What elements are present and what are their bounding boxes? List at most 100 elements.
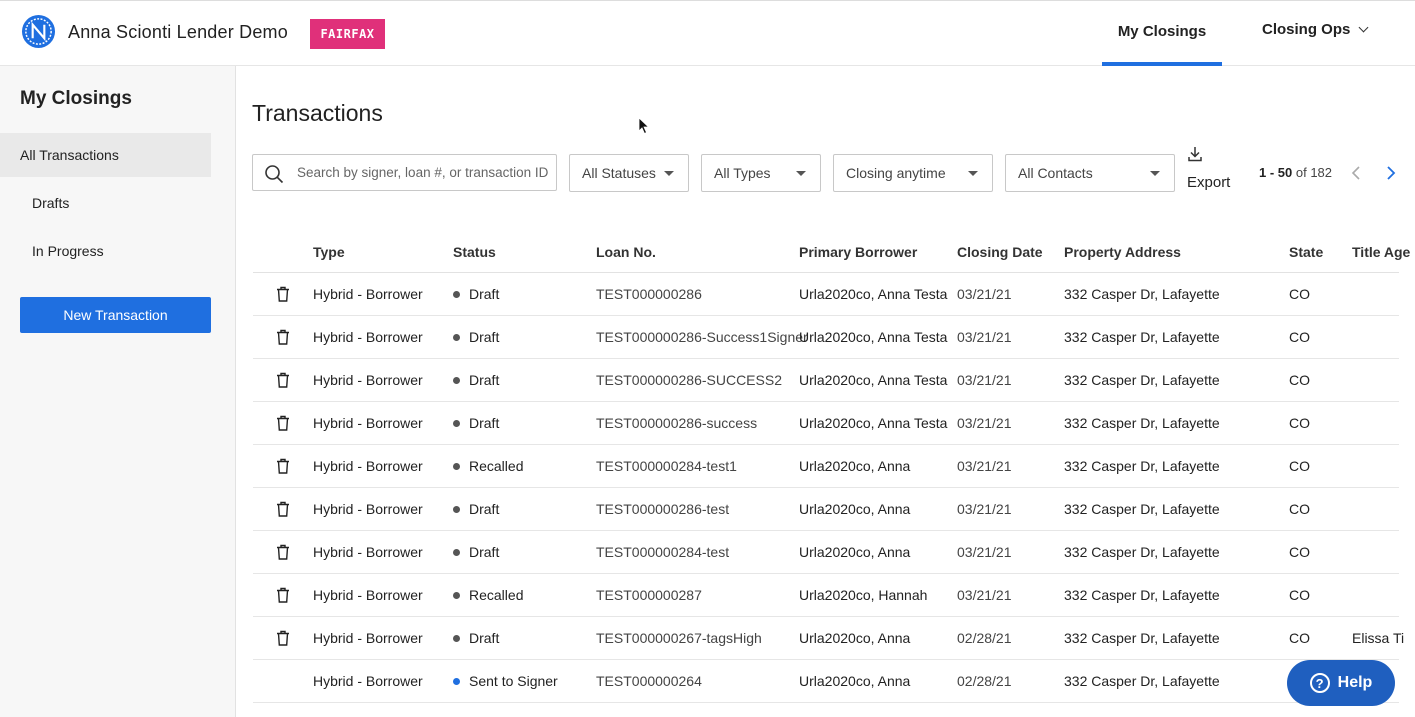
cell-loan-number[interactable]: TEST000000286-success: [596, 415, 757, 431]
trash-icon[interactable]: [276, 501, 290, 517]
table-row[interactable]: Hybrid - Borrower Draft TEST000000286-Succ…: [253, 316, 1399, 359]
column-header-status[interactable]: Status: [453, 244, 496, 260]
previous-page-button[interactable]: [1347, 163, 1365, 183]
search-input[interactable]: [297, 155, 552, 190]
sidebar-item-in-progress[interactable]: In Progress: [0, 229, 211, 273]
pagination-total: of 182: [1295, 165, 1333, 180]
trash-icon[interactable]: [276, 544, 290, 560]
trash-icon[interactable]: [276, 630, 290, 646]
chevron-right-icon: [1387, 166, 1396, 180]
type-filter-dropdown[interactable]: All Types: [701, 154, 821, 192]
cell-property-address: 332 Casper Dr, Lafayette: [1064, 458, 1220, 474]
column-header-type[interactable]: Type: [313, 244, 345, 260]
cell-closing-date: 03/21/21: [957, 415, 1012, 431]
contacts-filter-value: All Contacts: [1018, 165, 1093, 181]
pagination-range: 1 - 50: [1259, 165, 1293, 180]
status-filter-value: All Statuses: [582, 165, 656, 181]
cell-loan-number[interactable]: TEST000000264: [596, 673, 702, 689]
cell-property-address: 332 Casper Dr, Lafayette: [1064, 544, 1220, 560]
search-icon: [265, 165, 284, 184]
cell-closing-date: 03/21/21: [957, 286, 1012, 302]
column-header-closing-date[interactable]: Closing Date: [957, 244, 1043, 260]
cell-closing-date: 03/21/21: [957, 587, 1012, 603]
cell-loan-number[interactable]: TEST000000284-test: [596, 544, 729, 560]
help-label: Help: [1337, 674, 1373, 691]
cell-type: Hybrid - Borrower: [313, 415, 423, 431]
table-row[interactable]: Hybrid - Borrower Draft TEST000000286-SUCC…: [253, 359, 1399, 402]
table-row[interactable]: Hybrid - Borrower Draft TEST000000286-test…: [253, 488, 1399, 531]
cell-status: Recalled: [453, 587, 523, 603]
cell-loan-number[interactable]: TEST000000284-test1: [596, 458, 737, 474]
notarize-logo-icon[interactable]: [21, 14, 56, 49]
cell-loan-number[interactable]: TEST000000286: [596, 286, 702, 302]
status-dot-icon: [453, 419, 460, 427]
type-filter-value: All Types: [714, 165, 771, 181]
contacts-filter-dropdown[interactable]: All Contacts: [1005, 154, 1175, 192]
cell-loan-number[interactable]: TEST000000287: [596, 587, 702, 603]
cell-status: Draft: [453, 544, 499, 560]
column-header-loan[interactable]: Loan No.: [596, 244, 656, 260]
cell-loan-number[interactable]: TEST000000286-SUCCESS2: [596, 372, 782, 388]
sidebar-item-all-transactions[interactable]: All Transactions: [0, 133, 211, 177]
cell-property-address: 332 Casper Dr, Lafayette: [1064, 630, 1220, 646]
nav-closing-ops[interactable]: Closing Ops: [1262, 21, 1369, 38]
cell-loan-number[interactable]: TEST000000286-test: [596, 501, 729, 517]
sidebar-item-drafts[interactable]: Drafts: [0, 181, 211, 225]
next-page-button[interactable]: [1382, 163, 1400, 183]
cell-primary-borrower: Urla2020co, Anna: [799, 458, 911, 474]
column-header-borrower[interactable]: Primary Borrower: [799, 244, 917, 260]
nav-my-closings[interactable]: My Closings: [1102, 1, 1222, 66]
page-title: Transactions: [252, 100, 383, 126]
trash-icon[interactable]: [276, 587, 290, 603]
cell-primary-borrower: Urla2020co, Anna: [799, 544, 911, 560]
closing-date-filter-dropdown[interactable]: Closing anytime: [833, 154, 993, 192]
cell-property-address: 332 Casper Dr, Lafayette: [1064, 501, 1220, 517]
trash-icon[interactable]: [276, 329, 290, 345]
table-row[interactable]: Hybrid - Borrower Recalled TEST000000284-t…: [253, 445, 1399, 488]
closing-date-filter-value: Closing anytime: [846, 165, 946, 181]
cell-status: Draft: [453, 501, 499, 517]
cell-loan-number[interactable]: TEST000000267-tagsHigh: [596, 630, 762, 646]
status-filter-dropdown[interactable]: All Statuses: [569, 154, 689, 192]
search-box: [252, 154, 557, 191]
cell-primary-borrower: Urla2020co, Anna: [799, 501, 911, 517]
status-label: Draft: [469, 372, 500, 388]
status-label: Draft: [469, 544, 500, 560]
cell-primary-borrower: Urla2020co, Anna Testa: [799, 372, 948, 388]
table-row[interactable]: Hybrid - Borrower Draft TEST000000286 Urla2…: [253, 273, 1399, 316]
column-header-title-agent[interactable]: Title Age: [1352, 244, 1410, 260]
cell-status: Draft: [453, 372, 499, 388]
cell-state: CO: [1289, 372, 1310, 388]
table-row[interactable]: Hybrid - Borrower Recalled TEST000000287 Ur…: [253, 574, 1399, 617]
app-title: Anna Scionti Lender Demo: [68, 22, 288, 42]
table-row[interactable]: Hybrid - Borrower Draft TEST000000284-test…: [253, 531, 1399, 574]
trash-icon[interactable]: [276, 286, 290, 302]
table-body: Hybrid - Borrower Draft TEST000000286 Urla2…: [253, 273, 1404, 703]
trash-icon[interactable]: [276, 458, 290, 474]
trash-icon[interactable]: [276, 415, 290, 431]
export-button[interactable]: Export: [1187, 146, 1230, 191]
status-label: Recalled: [469, 587, 524, 603]
table-row[interactable]: Hybrid - Borrower Draft TEST000000286-succ…: [253, 402, 1399, 445]
cell-property-address: 332 Casper Dr, Lafayette: [1064, 587, 1220, 603]
status-label: Draft: [469, 329, 500, 345]
cell-status: Recalled: [453, 458, 523, 474]
cell-status: Draft: [453, 329, 499, 345]
table-row[interactable]: Hybrid - Borrower Draft TEST000000267-tags…: [253, 617, 1404, 660]
new-transaction-button[interactable]: New Transaction: [20, 297, 211, 333]
caret-down-icon: [968, 171, 978, 176]
table-row[interactable]: Hybrid - Borrower Sent to Signer TEST00000…: [253, 660, 1399, 703]
column-header-state[interactable]: State: [1289, 244, 1323, 260]
cell-loan-number[interactable]: TEST000000286-Success1Signer: [596, 329, 808, 345]
brand-badge: FAIRFAX: [310, 19, 385, 49]
cell-primary-borrower: Urla2020co, Anna Testa: [799, 415, 948, 431]
status-dot-icon: [453, 462, 460, 470]
status-label: Recalled: [469, 458, 524, 474]
help-button[interactable]: ? Help: [1287, 660, 1395, 706]
caret-down-icon: [1150, 171, 1160, 176]
trash-icon[interactable]: [276, 372, 290, 388]
cell-property-address: 332 Casper Dr, Lafayette: [1064, 286, 1220, 302]
column-header-address[interactable]: Property Address: [1064, 244, 1181, 260]
cell-property-address: 332 Casper Dr, Lafayette: [1064, 673, 1220, 689]
cell-type: Hybrid - Borrower: [313, 630, 423, 646]
